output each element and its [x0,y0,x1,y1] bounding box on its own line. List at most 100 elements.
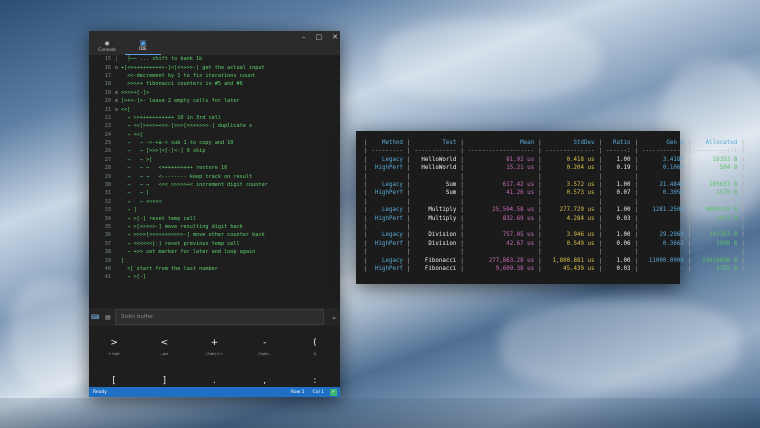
code-line[interactable]: 35 → >[<<+>>-] move resulting digit back [89,223,340,231]
operator-key[interactable]: < --ptr [139,328,189,366]
operator-key[interactable]: (f( [290,328,340,366]
code-line[interactable]: 31 → → ] [89,189,340,197]
cell-test: Sum [445,190,457,197]
column-divider: | [460,240,464,247]
separator-dashes: ------------------- [467,148,535,155]
column-header: Test [442,140,457,146]
code-line[interactable]: 25 → → ->-+a-< sub 1 to copy and 10 [89,139,340,147]
maximize-button[interactable]: □ [316,33,323,41]
operator-key[interactable]: - (*ptr)-- [240,328,290,366]
cell-mean: 25,504.58 us [492,207,535,214]
chevron-down-icon[interactable]: ⌄ [328,313,340,321]
cell-std: 0.418 us [566,156,595,163]
line-number: 17 [104,72,111,79]
code-line[interactable]: 23 → <<[>+>>+<<<-]>>>[<<<+>>>-] duplicat… [89,122,340,130]
key-operator: ( [313,338,317,348]
code-line[interactable]: 18 >>>>+ fibonacci counters in #5 and #6 [89,80,340,88]
code-line[interactable]: 27 → → >[ [89,156,340,164]
column-divider: | [406,249,411,256]
table-row: | Legacy | Division | 757.05 us | 3.946 us | 1.00… [362,231,747,239]
minimize-button[interactable]: – [302,33,306,41]
code-line[interactable]: 22 → >>+++++++++++ 10 in 3rd cell [89,114,340,122]
cell-method: Legacy [381,257,403,264]
code-line[interactable]: 24 → <<[ [89,131,340,139]
code-line[interactable]: 39] [89,256,340,264]
line-number: 19 [104,89,111,96]
brainf-ide-window: ✹ Console ▣ IDE – □ ✕ 15 │ ├── ... shift … [89,31,340,397]
cell-method: Legacy [381,232,403,239]
cell-mean: 42.67 us [506,240,535,247]
code-text: → >[<<+>>-] move resulting digit back [121,224,243,230]
cell-gen: 0.1068 [662,165,684,172]
status-text: Ready [93,389,107,395]
column-divider: | [687,257,692,264]
line-number: 21 [104,106,111,113]
code-line[interactable]: 28 → → → <++++++++++ restore 10 [89,164,340,172]
line-number: 39 [104,257,111,264]
cell-std: 3.946 us [566,232,595,239]
cell-ratio: 1.00 [616,232,631,239]
code-line[interactable]: 19 ⊞ >>>>+[-]> [89,89,340,97]
code-line[interactable]: 17 <<-decrement by 1 to fix iterations c… [89,72,340,80]
column-divider: | [598,156,603,163]
code-text: <[ start from the last number [121,265,218,272]
code-line[interactable]: 36 → >>>>[<<<<<+>>>>>-] move other count… [89,231,340,239]
tab-ide[interactable]: ▣ IDE [125,33,161,55]
column-divider: | [741,224,745,231]
column-divider: | [598,215,603,222]
operator-key[interactable]: > ++ptr [89,328,139,366]
line-number: 37 [104,240,111,247]
code-text: → → <<<<< [121,198,162,205]
operator-key[interactable]: + (*ptr)++ [189,328,239,366]
code-line[interactable]: 38 → +>> set marker for later and loop a… [89,248,340,256]
keyboard-icon[interactable]: ⌨ [89,314,101,321]
column-divider: | [634,207,638,214]
tab-console[interactable]: ✹ Console [89,33,125,55]
code-line[interactable]: 37 → <<<<<<[-] reset previous temp cell [89,240,340,248]
line-number: 26 [104,148,111,155]
cell-std: 4.284 us [566,215,595,222]
code-text: → → ] [121,190,150,197]
cell-ratio: 1.00 [616,207,631,214]
code-line[interactable]: 32 → → <<<<< [89,198,340,206]
code-line[interactable]: 34 → >[-] reset temp cell [89,214,340,222]
code-line[interactable]: 30 → → → <<< >>>>>+< increment digit cou… [89,181,340,189]
column-divider: | [460,232,464,239]
column-divider: | [598,173,603,180]
code-text: [>+<-]>- leave 2 empty cells for later [121,98,240,105]
line-number: 23 [104,123,111,130]
cell-alloc: 1890 B [716,240,738,247]
code-text: → → >[ [121,156,153,163]
column-divider: | [406,207,411,214]
code-line[interactable]: 16 ⊟ +[<++++++++++>-]<[<<+>>-] get the act… [89,63,340,71]
code-line[interactable]: 41 → >[-] [89,273,340,281]
column-divider: | [460,173,464,180]
table-row: | HighPerf | Sum | 41.26 us | 0.573 us | 0.07 | 0.3… [362,189,747,197]
code-line[interactable]: 29 → → → <-------- keep track on result [89,172,340,180]
table-row: | Legacy | Fibonacci | 277,863.28 us | 1,800.88… [362,257,747,265]
column-divider: | [406,257,411,264]
column-header: Gen 0 [666,140,684,146]
code-line[interactable]: 40 <[ start from the last number [89,265,340,273]
stdin-input[interactable]: Stdin buffer [115,309,324,325]
table-row: | Legacy | Sum | 617.42 us | 3.572 us | 1.00 | 21.4… [362,181,747,189]
separator-dashes: --------- [371,148,403,155]
code-line[interactable]: 33 → ] [89,206,340,214]
memory-icon[interactable]: ▤ [101,314,115,321]
cell-mean: 617.42 us [502,182,535,189]
line-number: 18 [104,81,111,88]
code-line[interactable]: 21 ⊟ <<[ [89,105,340,113]
code-text: → <<[ [121,131,143,138]
key-description: (*ptr)-- [258,351,272,356]
cell-ratio: 0.19 [616,165,631,172]
code-line[interactable]: 26 → → [>>>]<[-]<-] 0 skip [89,147,340,155]
code-line[interactable]: 15 │ ├── ... shift to bank 1b [89,55,340,63]
code-line[interactable]: 20 ⊞ [>+<-]>- leave 2 empty cells for late… [89,97,340,105]
code-editor[interactable]: 15 │ ├── ... shift to bank 1b 16 ⊟ +[<++++++… [89,55,340,306]
close-button[interactable]: ✕ [332,33,338,41]
table-row: | HighPerf | HelloWorld | 15.21 us | 0.204 us | 0… [362,164,747,172]
key-operator: : [313,376,317,386]
cell-ratio: 0.03 [616,215,631,222]
column-divider: | [406,165,411,172]
column-divider: | [598,266,603,273]
